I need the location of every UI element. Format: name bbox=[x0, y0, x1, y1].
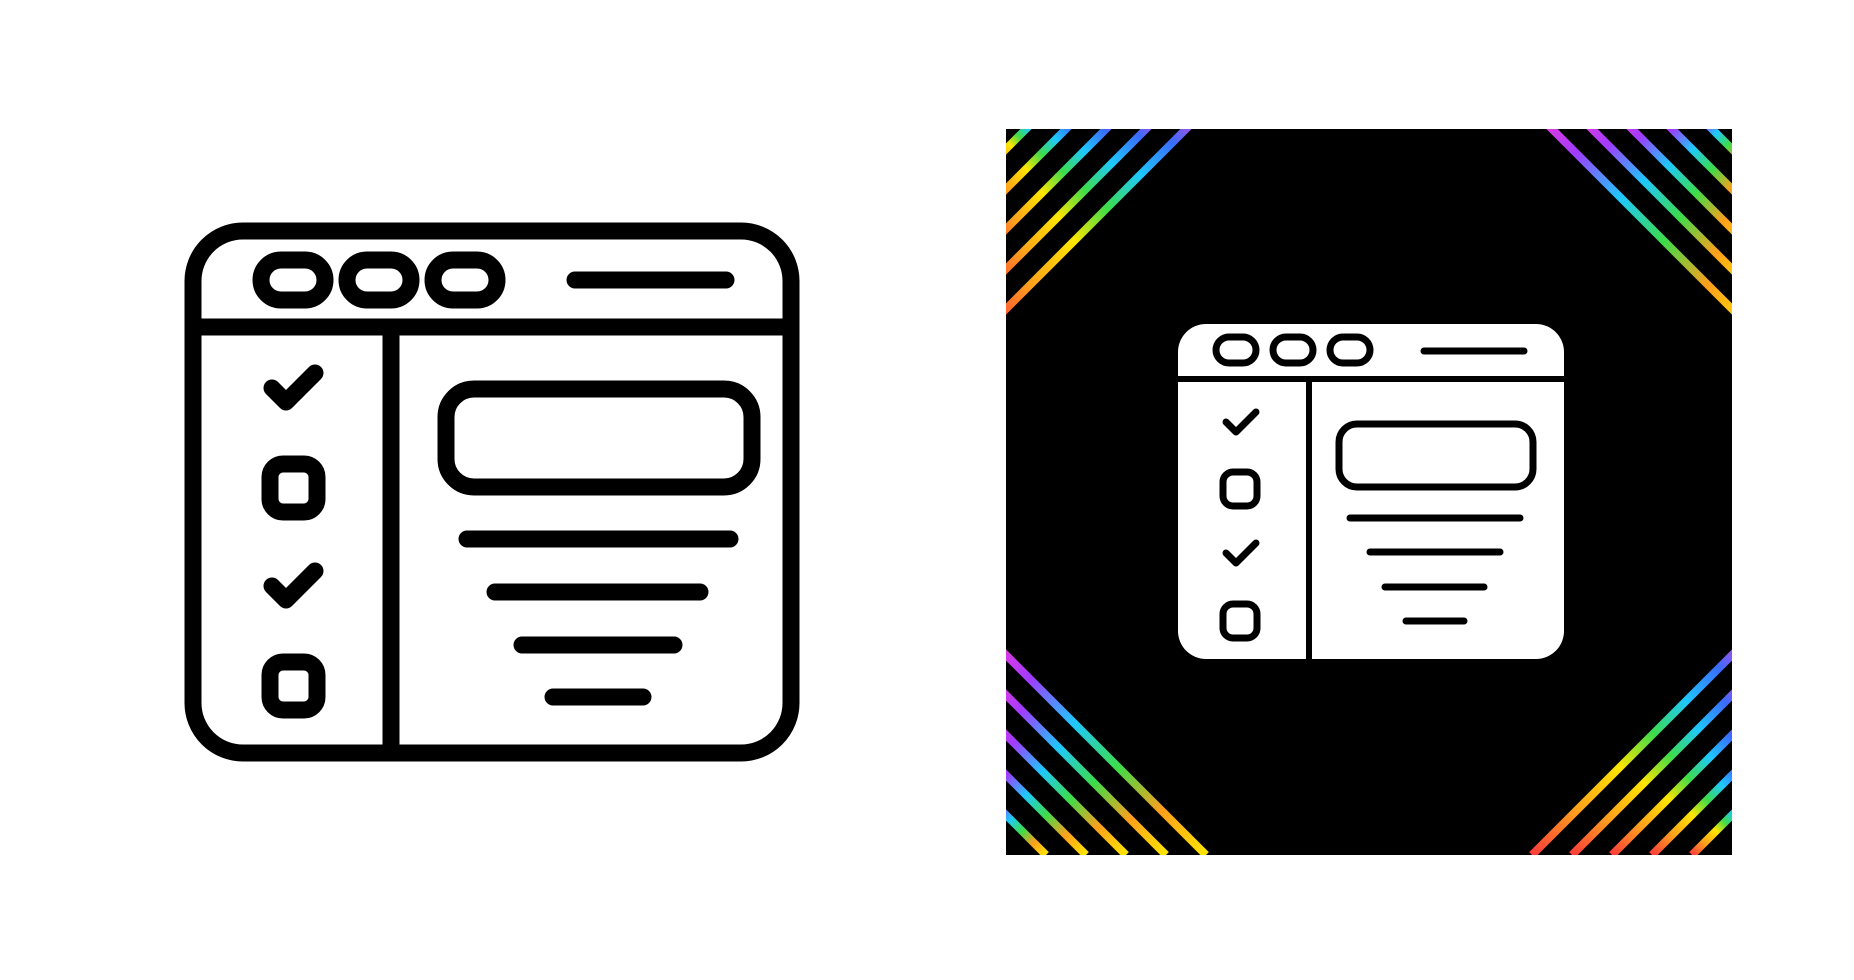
window-button-3 bbox=[424, 251, 506, 309]
window-button-2 bbox=[338, 251, 420, 309]
browser-window-checklist-outline-icon bbox=[184, 222, 800, 762]
checkbox-icon bbox=[261, 455, 326, 521]
window-button-1 bbox=[252, 251, 334, 309]
browser-window-checklist-tile-icon bbox=[1006, 129, 1732, 855]
check-icon bbox=[263, 562, 324, 609]
browser-window-glyph-icon bbox=[1178, 324, 1564, 659]
content-card bbox=[437, 380, 761, 496]
window-buttons bbox=[252, 251, 506, 309]
window-body bbox=[1178, 324, 1564, 659]
checkbox-icon bbox=[261, 653, 326, 719]
sidebar-divider bbox=[1306, 382, 1312, 659]
icon-showcase bbox=[0, 0, 1854, 980]
check-icon bbox=[263, 364, 324, 411]
title-bar-divider bbox=[1178, 376, 1564, 382]
